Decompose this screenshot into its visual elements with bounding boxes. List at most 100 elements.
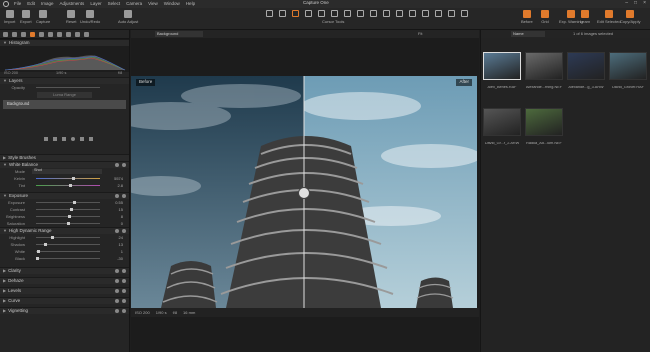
library-tab-icon[interactable] (3, 31, 8, 37)
local-adjust-tab-icon[interactable] (57, 31, 62, 37)
rating-stars[interactable] (609, 80, 647, 84)
slider-value[interactable]: 0 (121, 221, 123, 226)
menu-item[interactable]: View (148, 1, 158, 7)
slider-value[interactable]: 24 (119, 235, 123, 240)
slider-value[interactable]: 8 (121, 214, 123, 219)
hdr-header[interactable]: ▼ High Dynamic Range (0, 227, 129, 234)
rating-stars[interactable] (525, 80, 563, 84)
rating-stars[interactable] (483, 80, 521, 84)
section-tool-icon[interactable] (115, 229, 119, 233)
sort-select[interactable]: Name (511, 31, 545, 37)
camera-button[interactable]: Capture (36, 10, 50, 24)
white-balance-header[interactable]: ▼ White Balance (0, 161, 129, 168)
undo-button[interactable]: Undo/Redo (80, 10, 100, 24)
maximize-icon[interactable]: □ (634, 1, 637, 6)
slider-value[interactable]: 0.55 (115, 200, 123, 205)
section-header[interactable]: ▶ Vignetting (0, 307, 129, 314)
section-reset-icon[interactable] (122, 299, 126, 303)
section-tool-icon[interactable] (115, 309, 119, 313)
section-tool-icon[interactable] (115, 279, 119, 283)
menu-item[interactable]: Select (108, 1, 121, 7)
heal-tool-icon[interactable] (435, 10, 442, 17)
slider-knob[interactable] (36, 250, 40, 253)
section-header[interactable]: ▶ Clarity (0, 267, 129, 274)
layers-header[interactable]: ▼ Layers (0, 77, 129, 84)
reset-button[interactable]: Reset (66, 10, 76, 24)
add-layer-icon[interactable] (80, 136, 84, 141)
section-tool-icon[interactable] (115, 269, 119, 273)
section-reset-icon[interactable] (122, 289, 126, 293)
slider-track[interactable] (36, 237, 100, 238)
text-tool-icon[interactable] (422, 10, 429, 17)
thumbnail[interactable]: Alex_Benes.RAF (483, 52, 521, 90)
thumbnail[interactable]: Alexande...rning.NEF (525, 52, 563, 90)
section-header[interactable]: ▶ Curve (0, 297, 129, 304)
rating-stars[interactable] (483, 136, 521, 140)
menu-item[interactable]: Layer (90, 1, 101, 7)
learn-button[interactable]: Learn (580, 10, 590, 24)
grid-button[interactable]: Grid (541, 10, 549, 24)
fit-label[interactable]: Fit (418, 32, 422, 36)
section-reset-icon[interactable] (122, 309, 126, 313)
pan-tool-icon[interactable] (266, 10, 273, 17)
details-tab-icon[interactable] (48, 31, 53, 37)
opacity-slider[interactable] (36, 87, 100, 88)
eraser-tool-icon[interactable] (344, 10, 351, 17)
kelvin-slider[interactable] (36, 178, 100, 179)
slider-track[interactable] (36, 202, 100, 203)
slider-value[interactable]: -30 (117, 256, 123, 261)
loupe-tool-icon[interactable] (279, 10, 286, 17)
keystone-tool-icon[interactable] (318, 10, 325, 17)
slider-track[interactable] (36, 209, 100, 210)
section-header[interactable]: ▶ Dehaze (0, 277, 129, 284)
menu-item[interactable]: File (14, 1, 21, 7)
menu-item[interactable]: Edit (27, 1, 35, 7)
picker-tool-icon[interactable] (383, 10, 390, 17)
section-tool-icon[interactable] (115, 289, 119, 293)
layer-background[interactable]: Background (3, 100, 126, 109)
wb-picker-icon[interactable] (396, 10, 403, 17)
tint-value[interactable]: 2.8 (117, 183, 123, 188)
capture-tab-icon[interactable] (12, 31, 17, 37)
section-reset-icon[interactable] (122, 229, 126, 233)
slider-knob[interactable] (70, 208, 74, 211)
slider-value[interactable]: 1 (121, 249, 123, 254)
delete-layer-icon[interactable] (89, 136, 93, 141)
before-button[interactable]: Before (521, 10, 533, 24)
luma-range-button[interactable]: Luma Range (37, 91, 92, 98)
slider-knob[interactable] (50, 236, 54, 239)
magic-wand-button[interactable]: Auto Adjust (118, 10, 138, 24)
section-tool-icon[interactable] (115, 194, 119, 198)
section-header[interactable]: ▶ Levels (0, 287, 129, 294)
menu-item[interactable]: Window (164, 1, 180, 7)
gradient-icon[interactable] (62, 136, 66, 141)
section-tool-icon[interactable] (115, 163, 119, 167)
section-reset-icon[interactable] (122, 163, 126, 167)
thumbnail[interactable]: David_Gr...r_2.ARW (483, 108, 521, 146)
copy-button[interactable]: Copy/Apply (620, 10, 640, 24)
brush-icon[interactable] (44, 136, 48, 141)
collection-select[interactable]: Background (155, 31, 203, 37)
brush-tool-icon[interactable] (331, 10, 338, 17)
gradient-tool-icon[interactable] (357, 10, 364, 17)
batch-tab-icon[interactable] (84, 31, 89, 37)
thumbnail[interactable]: David_Grover.RAF (609, 52, 647, 90)
spot-tool-icon[interactable] (461, 10, 468, 17)
slider-value[interactable]: 13 (119, 242, 123, 247)
import-button[interactable]: Import (4, 10, 15, 24)
tint-slider[interactable] (36, 185, 100, 186)
edit-button[interactable]: Edit Selected (597, 10, 621, 24)
metadata-tab-icon[interactable] (66, 31, 71, 37)
slider-knob[interactable] (67, 222, 70, 225)
annotate-tool-icon[interactable] (409, 10, 416, 17)
section-reset-icon[interactable] (122, 194, 126, 198)
wb-mode-select[interactable]: Shot (32, 168, 102, 174)
radial-tool-icon[interactable] (370, 10, 377, 17)
rating-stars[interactable] (567, 80, 605, 84)
radial-icon[interactable] (71, 136, 75, 141)
photo-before-after[interactable]: Before After (131, 76, 477, 308)
thumbnail[interactable]: Radka_Ad...ium.NEF (525, 108, 563, 146)
menu-item[interactable]: Image (41, 1, 54, 7)
rating-stars[interactable] (525, 136, 563, 140)
slider-value[interactable]: 15 (119, 207, 123, 212)
